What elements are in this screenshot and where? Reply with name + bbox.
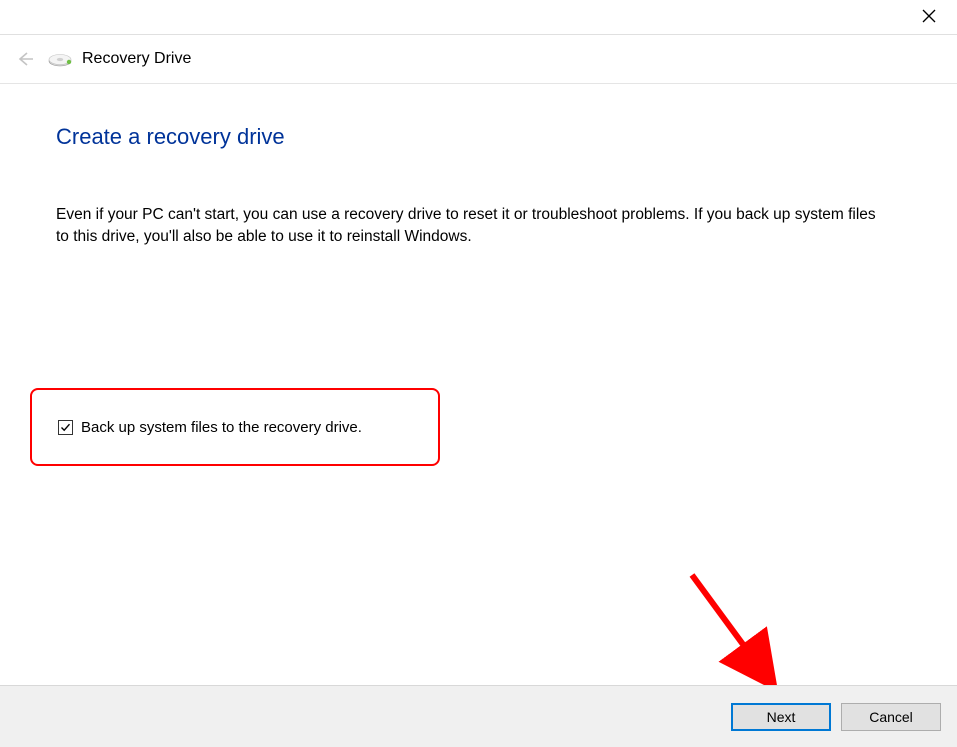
- close-icon: [922, 9, 936, 23]
- header-title: Recovery Drive: [82, 50, 191, 68]
- arrow-annotation: [682, 565, 792, 700]
- backup-checkbox[interactable]: [58, 420, 73, 435]
- footer: Next Cancel: [0, 685, 957, 747]
- highlight-box: Back up system files to the recovery dri…: [30, 388, 440, 466]
- back-arrow-icon: [15, 49, 35, 69]
- next-button[interactable]: Next: [731, 703, 831, 731]
- drive-icon: [48, 51, 72, 67]
- backup-option-row: Back up system files to the recovery dri…: [58, 419, 362, 436]
- header-bar: Recovery Drive: [0, 34, 957, 84]
- body-text: Even if your PC can't start, you can use…: [56, 204, 886, 249]
- page-title: Create a recovery drive: [56, 124, 901, 150]
- backup-checkbox-label: Back up system files to the recovery dri…: [81, 419, 362, 436]
- titlebar: [0, 0, 957, 34]
- checkmark-icon: [60, 422, 71, 433]
- cancel-button[interactable]: Cancel: [841, 703, 941, 731]
- back-button[interactable]: [12, 46, 38, 72]
- content-area: Create a recovery drive Even if your PC …: [0, 84, 957, 249]
- close-button[interactable]: [919, 6, 939, 26]
